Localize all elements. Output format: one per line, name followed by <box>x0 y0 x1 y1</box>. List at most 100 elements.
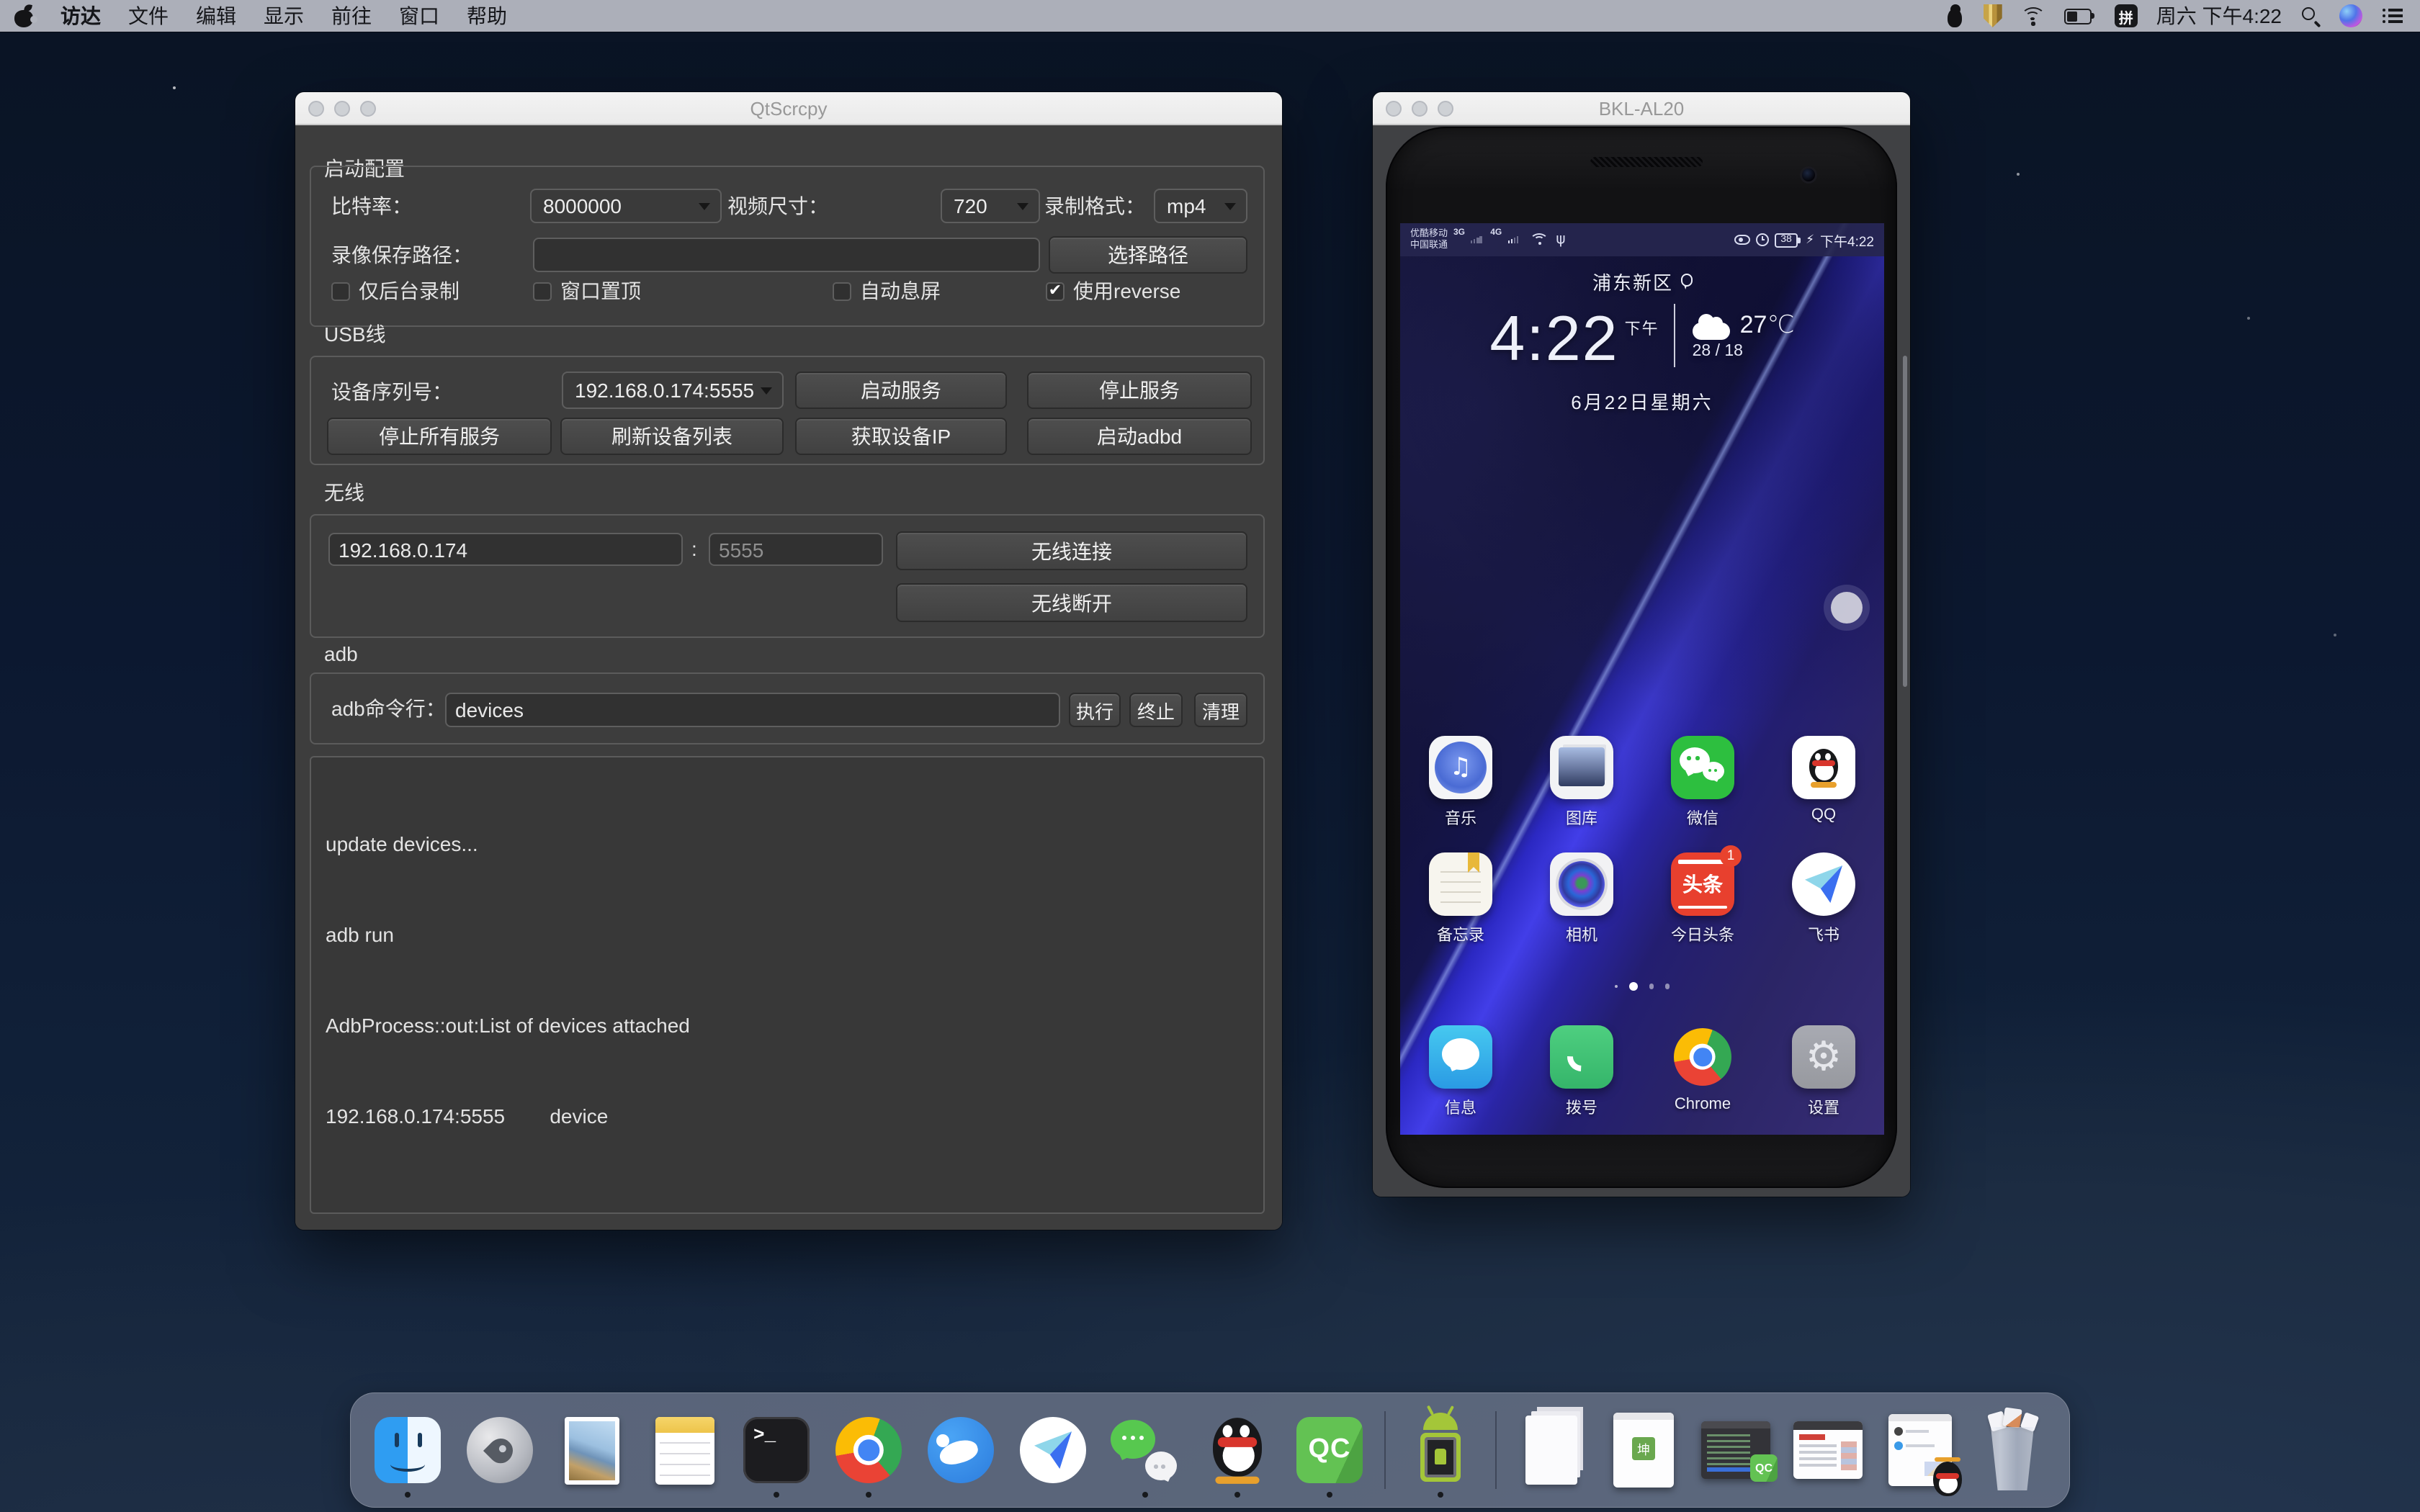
macos-dock: >_ QC <box>350 1392 2070 1508</box>
terminate-button[interactable]: 终止 <box>1129 693 1183 727</box>
video-size-value: 720 <box>954 194 987 217</box>
close-button[interactable] <box>308 101 324 117</box>
stop-all-services-button[interactable]: 停止所有服务 <box>327 418 552 455</box>
dock-item-feishu[interactable] <box>1016 1403 1090 1498</box>
app-label: 音乐 <box>1445 806 1476 829</box>
dock-item-finder[interactable] <box>370 1403 445 1498</box>
dock-item-terminal[interactable]: >_ <box>739 1403 814 1498</box>
dock-item-wechat[interactable] <box>1108 1403 1183 1498</box>
dock-minimized-code-window[interactable]: QC <box>1698 1403 1773 1498</box>
app-label: 设置 <box>1808 1096 1839 1119</box>
phone-titlebar[interactable]: BKL-AL20 <box>1373 92 1910 125</box>
wireless-connect-button[interactable]: 无线连接 <box>896 531 1247 570</box>
bitrate-combobox[interactable]: 8000000 <box>530 189 722 223</box>
app-toutiao[interactable]: 头条 1 今日头条 <box>1645 852 1760 946</box>
weather-widget[interactable]: 27℃ 28 / 18 <box>1693 310 1795 359</box>
dock-item-seal-app[interactable] <box>923 1403 998 1498</box>
menu-go[interactable]: 前往 <box>331 1 372 30</box>
dock-item-chrome[interactable] <box>831 1403 906 1498</box>
app-dialer[interactable]: 拨号 <box>1524 1025 1639 1119</box>
zoom-button[interactable] <box>1438 101 1453 117</box>
checkbox-background-record[interactable]: 仅后台录制 <box>331 276 460 305</box>
close-button[interactable] <box>1386 101 1402 117</box>
serial-combobox[interactable]: 192.168.0.174:5555 <box>562 372 784 409</box>
app-gallery[interactable]: 图库 <box>1524 736 1639 829</box>
app-wechat[interactable]: 微信 <box>1645 736 1760 829</box>
spotlight-icon[interactable] <box>2300 6 2321 26</box>
start-service-button[interactable]: 启动服务 <box>795 372 1007 409</box>
checkbox-use-reverse[interactable]: ✔ 使用reverse <box>1046 276 1180 305</box>
divider <box>1674 303 1675 366</box>
choose-path-button[interactable]: 选择路径 <box>1049 236 1247 274</box>
phone-screen[interactable]: 优酷移动 中国联通 3G 4G ψ 38 ⚡ <box>1400 223 1884 1135</box>
dock-minimized-qq-chat[interactable] <box>1883 1403 1958 1498</box>
app-chrome[interactable]: Chrome <box>1645 1025 1760 1119</box>
checkbox-window-on-top[interactable]: 窗口置顶 <box>533 276 641 305</box>
dock-item-qtscrcpy[interactable]: QC <box>1292 1403 1367 1498</box>
app-label: Chrome <box>1675 1096 1731 1113</box>
checkbox-box[interactable] <box>533 282 552 300</box>
clock-widget[interactable]: 4:22 下午 27℃ 28 / 18 <box>1400 295 1884 374</box>
input-method-icon[interactable]: 拼 <box>2115 4 2138 27</box>
adb-cmd-input[interactable] <box>445 693 1060 727</box>
app-feishu[interactable]: 飞书 <box>1766 852 1881 946</box>
dock-item-launchpad[interactable] <box>462 1403 537 1498</box>
minimize-button[interactable] <box>1412 101 1428 117</box>
video-size-combobox[interactable]: 720 <box>941 189 1040 223</box>
wireless-ip-input[interactable] <box>328 533 683 566</box>
dock-minimized-chrome-page[interactable]: 坤 <box>1606 1403 1681 1498</box>
battery-icon[interactable] <box>2064 8 2096 24</box>
refresh-device-list-button[interactable]: 刷新设备列表 <box>560 418 784 455</box>
stop-service-button[interactable]: 停止服务 <box>1027 372 1252 409</box>
dock-item-notes[interactable] <box>647 1403 722 1498</box>
qtscrcpy-titlebar[interactable]: QtScrcpy <box>295 92 1282 125</box>
menu-bar-clock[interactable]: 周六 下午4:22 <box>2156 1 2282 30</box>
menu-file[interactable]: 文件 <box>128 1 169 30</box>
dock-minimized-webpage[interactable] <box>1791 1403 1865 1498</box>
menu-finder[interactable]: 访达 <box>60 1 101 30</box>
wifi-icon[interactable] <box>2021 6 2045 25</box>
dock-item-trash[interactable] <box>1975 1403 2050 1498</box>
execute-button[interactable]: 执行 <box>1069 693 1121 727</box>
music-icon: ♫ <box>1435 742 1487 793</box>
shield-icon[interactable] <box>1984 4 2002 27</box>
menu-edit[interactable]: 编辑 <box>196 1 236 30</box>
record-format-combobox[interactable]: mp4 <box>1154 189 1247 223</box>
siri-icon[interactable] <box>2339 4 2362 27</box>
menu-window[interactable]: 窗口 <box>399 1 439 30</box>
bird-app-icon[interactable] <box>1945 4 1965 27</box>
apple-menu-icon[interactable] <box>14 4 33 28</box>
weather-location[interactable]: 浦东新区 <box>1400 268 1884 295</box>
wireless-disconnect-button[interactable]: 无线断开 <box>896 583 1247 622</box>
checkbox-box[interactable] <box>833 282 851 300</box>
floating-navigation-ball[interactable] <box>1831 592 1863 624</box>
checkbox-auto-screen-off[interactable]: 自动息屏 <box>833 276 941 305</box>
zoom-button[interactable] <box>360 101 376 117</box>
checkbox-box[interactable] <box>331 282 350 300</box>
app-memo[interactable]: 备忘录 <box>1403 852 1518 946</box>
app-qq[interactable]: QQ <box>1766 736 1881 829</box>
network-3g-label: 3G <box>1453 229 1465 238</box>
adb-log-output[interactable]: update devices... adb run AdbProcess::ou… <box>310 756 1265 1214</box>
minimize-button[interactable] <box>334 101 350 117</box>
app-music[interactable]: ♫ 音乐 <box>1403 736 1518 829</box>
record-path-input[interactable] <box>533 238 1040 272</box>
menu-view[interactable]: 显示 <box>264 1 304 30</box>
dock-item-mail[interactable] <box>555 1403 629 1498</box>
wireless-port-input[interactable] <box>709 533 883 566</box>
dock-item-documents[interactable] <box>1514 1403 1589 1498</box>
dock-item-qq[interactable] <box>1200 1403 1275 1498</box>
app-messages[interactable]: 信息 <box>1403 1025 1518 1119</box>
menu-help[interactable]: 帮助 <box>467 1 507 30</box>
app-settings[interactable]: ⚙ 设置 <box>1766 1025 1881 1119</box>
checkbox-box-checked[interactable]: ✔ <box>1046 282 1065 300</box>
get-device-ip-button[interactable]: 获取设备IP <box>795 418 1007 455</box>
mail-stamp-icon <box>565 1416 619 1484</box>
start-adbd-button[interactable]: 启动adbd <box>1027 418 1252 455</box>
notification-center-icon[interactable] <box>2381 9 2403 23</box>
clear-button[interactable]: 清理 <box>1194 693 1247 727</box>
app-camera[interactable]: 相机 <box>1524 852 1639 946</box>
dock-item-android-mirror[interactable] <box>1403 1403 1478 1498</box>
finder-icon <box>375 1417 441 1483</box>
scrollbar[interactable] <box>1903 356 1907 687</box>
